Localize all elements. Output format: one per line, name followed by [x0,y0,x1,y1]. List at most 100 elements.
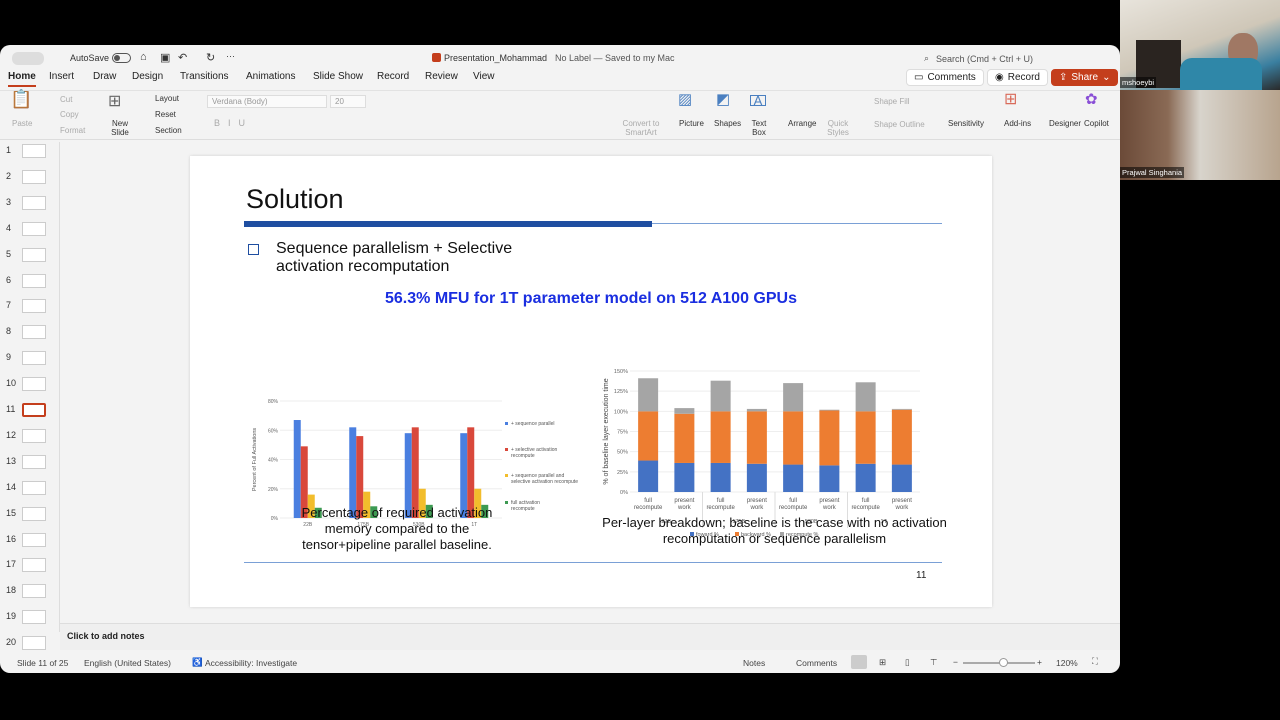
notes-button[interactable]: Notes [743,658,765,668]
comments-button[interactable]: ▭ Comments [906,69,984,86]
more-icon[interactable]: ··· [226,51,235,61]
slide-thumbnail[interactable]: 11 [0,401,60,421]
record-button[interactable]: ◉ Record [987,69,1048,86]
slide-thumbnail[interactable]: 20 [0,634,60,654]
slide-thumbnail[interactable]: 7 [0,297,60,317]
presenter-view-button[interactable]: ⊤ [930,657,937,668]
new-slide-button[interactable]: New Slide [108,119,132,137]
slide-canvas: Solution Sequence parallelism + Selectiv… [190,156,992,607]
undo-icon[interactable]: ↶ [178,51,187,64]
tab-transitions[interactable]: Transitions [180,71,229,82]
slide-thumbnail[interactable]: 2 [0,168,60,188]
slide-thumbnail[interactable]: 14 [0,479,60,499]
sensitivity-button[interactable]: Sensitivity [948,119,984,128]
text-box-button[interactable]: Text Box [749,119,769,137]
picture-button[interactable]: Picture [679,119,704,128]
slide-preview [22,610,46,625]
sensitivity-label[interactable]: No Label — Saved to my Mac [555,53,675,63]
fit-window-icon[interactable]: ⛶ [1092,656,1098,667]
paste-button[interactable]: Paste [12,119,32,128]
text-format-icons[interactable]: BIU [214,119,253,128]
slide-thumbnail[interactable]: 12 [0,427,60,447]
tab-draw[interactable]: Draw [93,71,116,82]
title-rule [652,223,942,224]
search-box[interactable]: Search (Cmd + Ctrl + U) [936,54,1033,64]
legend-label: + sequence parallel [511,421,555,427]
layout-button[interactable]: Layout [155,94,179,103]
slide-thumbnail[interactable]: 4 [0,220,60,240]
slide-thumbnail[interactable]: 13 [0,453,60,473]
slide-number: 3 [6,196,12,207]
zoom-in-button[interactable]: + [1037,657,1042,667]
shape-fill-button[interactable]: Shape Fill [874,97,910,106]
slide-thumbnail[interactable]: 3 [0,194,60,214]
normal-view-button[interactable] [851,655,867,669]
tab-slide-show[interactable]: Slide Show [313,71,363,82]
legend-label: full activation recompute [511,500,540,512]
slide-preview [22,247,46,262]
slide-number: 18 [6,585,17,596]
slide-thumbnail[interactable]: 15 [0,505,60,525]
notes-pane[interactable]: Click to add notes [60,623,1120,650]
slide-number: 13 [6,455,17,466]
tab-insert[interactable]: Insert [49,71,74,82]
tab-animations[interactable]: Animations [246,71,295,82]
bar-segment [638,411,659,461]
slide-thumbnail[interactable]: 16 [0,531,60,551]
accessibility-status[interactable]: Accessibility: Investigate [205,658,297,668]
slide-thumbnail[interactable]: 8 [0,323,60,343]
shapes-icon: ◩ [716,91,731,108]
slide-thumbnail[interactable]: 6 [0,272,60,292]
tab-design[interactable]: Design [132,71,163,82]
copilot-button[interactable]: Copilot [1084,119,1109,128]
slide-preview [22,169,46,184]
quick-styles-button[interactable]: Quick Styles [825,119,851,137]
slide-thumbnail[interactable]: 1 [0,142,60,162]
copy-button[interactable]: Copy [60,110,79,119]
reading-view-button[interactable]: ▯ [905,657,910,668]
y-tick-label: 75% [617,430,628,436]
slide-number: 5 [6,248,12,259]
convert-smartart-button[interactable]: Convert to SmartArt [620,119,662,137]
slide-thumbnail[interactable]: 17 [0,556,60,576]
video-tile-1: mshoeybi [1120,0,1280,90]
share-button[interactable]: ⇪ Share ⌄ [1051,69,1119,86]
add-ins-button[interactable]: Add-ins [1004,119,1031,128]
slide-sorter-button[interactable]: ⊞ [879,657,886,668]
y-tick-label: 60% [268,428,279,434]
notes-placeholder[interactable]: Click to add notes [67,631,145,641]
shapes-button[interactable]: Shapes [714,119,741,128]
slide-thumbnail[interactable]: 10 [0,375,60,395]
slide-number: 9 [6,352,12,363]
font-select[interactable]: Verdana (Body) [207,95,327,108]
slide-thumbnail[interactable]: 9 [0,349,60,369]
tab-review[interactable]: Review [425,71,458,82]
zoom-level[interactable]: 120% [1056,658,1078,668]
arrange-button[interactable]: Arrange [788,119,816,128]
zoom-out-button[interactable]: − [953,657,958,667]
redo-icon[interactable]: ↻ [206,51,215,64]
zoom-slider-handle[interactable] [998,658,1008,667]
designer-button[interactable]: Designer [1049,119,1081,128]
slide-thumbnail[interactable]: 19 [0,608,60,628]
shape-outline-button[interactable]: Shape Outline [874,120,925,129]
slide-thumbnail[interactable]: 5 [0,246,60,266]
y-tick-label: 0% [620,490,628,496]
format-painter-button[interactable]: Format [60,126,85,135]
tab-home[interactable]: Home [8,71,36,87]
zoom-slider[interactable] [963,658,1035,667]
reset-button[interactable]: Reset [155,110,176,119]
cut-button[interactable]: Cut [60,95,72,104]
language-status[interactable]: English (United States) [84,658,171,668]
autosave-toggle[interactable] [112,53,131,63]
save-icon[interactable]: ▣ [160,51,170,64]
tab-view[interactable]: View [473,71,495,82]
section-button[interactable]: Section [155,126,182,135]
comments-status-button[interactable]: Comments [796,658,837,668]
slide-thumbnail[interactable]: 18 [0,582,60,602]
tab-record[interactable]: Record [377,71,409,82]
home-icon[interactable]: ⌂ [140,51,147,63]
autosave-label: AutoSave [70,53,110,63]
font-size-select[interactable]: 20 [330,95,366,108]
sidebar-toggle-button[interactable] [12,52,44,65]
